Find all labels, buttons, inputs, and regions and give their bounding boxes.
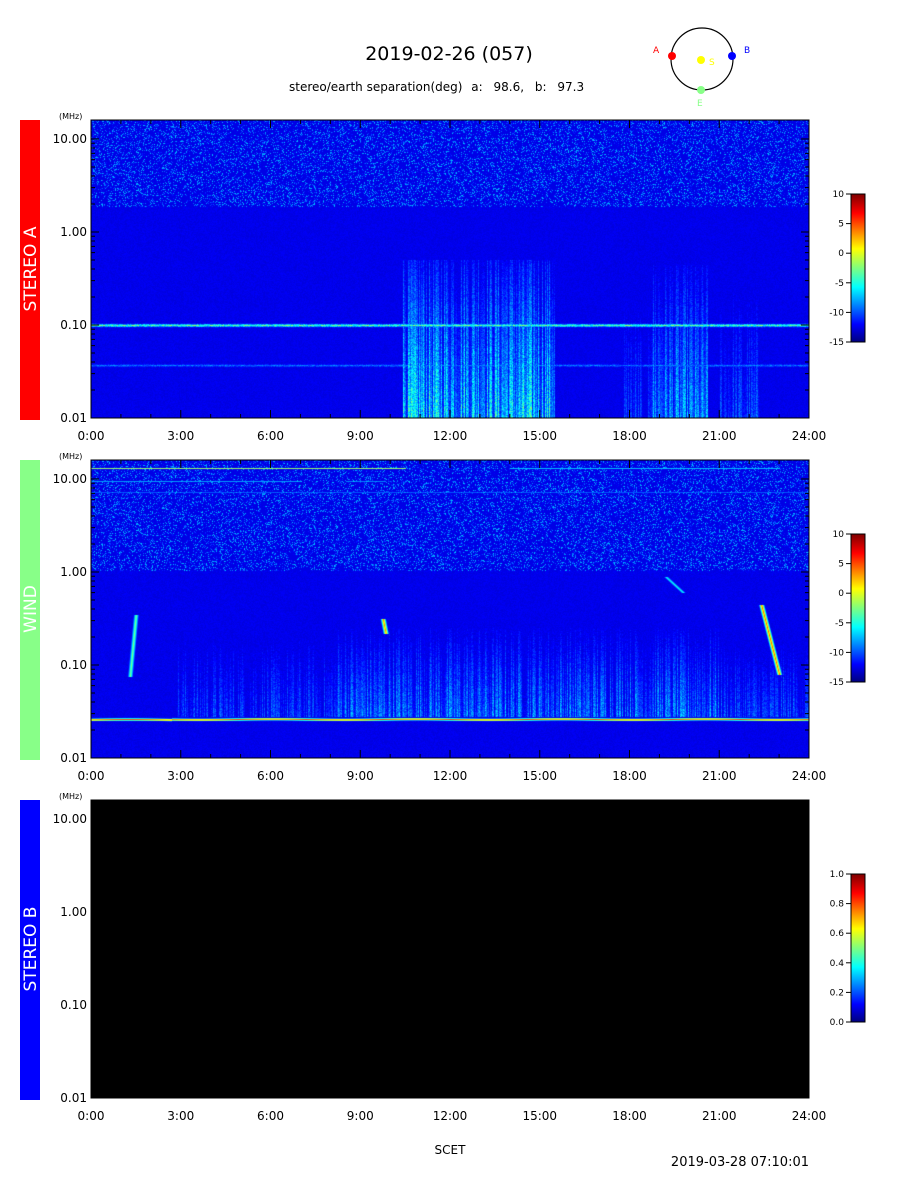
stereo-b-colorbar-tick-label: 0.4 bbox=[830, 959, 845, 969]
wind-x-tick-label: 3:00 bbox=[167, 769, 194, 783]
stereo-a-x-tick-label: 15:00 bbox=[522, 429, 557, 443]
wind-colorbar-tick-label: -10 bbox=[829, 648, 844, 658]
wind-colorbar bbox=[850, 533, 866, 683]
stereo-a-y-tick-label: 0.01 bbox=[60, 411, 87, 425]
stereo-a-colorbar-tick-label: -5 bbox=[835, 279, 844, 289]
stereo-b-label: STEREO B bbox=[21, 907, 41, 992]
stereo-a-y-unit: (MHz) bbox=[59, 112, 82, 121]
radio-spectrogram-figure: 2019-02-26 (057) stereo/earth separation… bbox=[20, 27, 866, 1170]
stereo-b-x-tick-label: 21:00 bbox=[702, 1109, 737, 1123]
stereo-a-colorbar-tick-label: -15 bbox=[829, 338, 844, 348]
stereo-a-colorbar-tick-label: 0 bbox=[838, 249, 844, 259]
stereo-b-colorbar-tick-label: 0.8 bbox=[830, 900, 845, 910]
stereo-a-x-tick-label: 18:00 bbox=[612, 429, 647, 443]
generation-timestamp: 2019-03-28 07:10:01 bbox=[671, 1155, 809, 1170]
wind-spectrogram-canvas bbox=[91, 460, 809, 758]
wind-y-unit: (MHz) bbox=[59, 452, 82, 461]
wind-spectrogram bbox=[91, 460, 809, 758]
orbit-diagram: A B S E bbox=[653, 27, 750, 109]
wind-x-tick-label: 15:00 bbox=[522, 769, 557, 783]
page-title: 2019-02-26 (057) bbox=[365, 43, 533, 65]
wind-x-tick-label: 9:00 bbox=[347, 769, 374, 783]
stereo-b-y-tick-label: 0.01 bbox=[60, 1091, 87, 1105]
wind-label: WIND bbox=[21, 585, 41, 633]
sep-a-value: 98.6, bbox=[494, 80, 525, 94]
stereo-a-label: STEREO A bbox=[21, 226, 41, 311]
stereo-a-y-tick-label: 10.00 bbox=[53, 132, 87, 146]
stereo-b-x-tick-label: 15:00 bbox=[522, 1109, 557, 1123]
stereo-b-x-tick-label: 12:00 bbox=[433, 1109, 468, 1123]
stereo-a-x-tick-label: 0:00 bbox=[78, 429, 105, 443]
stereo-b-x-tick-label: 0:00 bbox=[78, 1109, 105, 1123]
wind-y-tick-label: 10.00 bbox=[53, 472, 87, 486]
wind-x-tick-label: 12:00 bbox=[433, 769, 468, 783]
stereo-a-spectrogram bbox=[91, 120, 809, 418]
stereo-a-colorbar bbox=[850, 193, 866, 343]
wind-panel: WIND (MHz) 0.01 0.10 1.00 10.00 0:00 3:00 6:00 9:… bbox=[20, 452, 866, 783]
x-axis-label: SCET bbox=[435, 1143, 467, 1157]
wind-x-tick-label: 24:00 bbox=[792, 769, 827, 783]
stereo-a-x-tick-label: 12:00 bbox=[433, 429, 468, 443]
orbit-label-b: B bbox=[744, 46, 750, 56]
panels: STEREO A(MHz)0.010.101.0010.000:00 3:00 6:… bbox=[20, 112, 866, 1123]
wind-x-tick-label: 21:00 bbox=[702, 769, 737, 783]
stereo-b-colorbar-tick-label: 1.0 bbox=[830, 870, 845, 880]
stereo-b-y-unit: (MHz) bbox=[59, 792, 82, 801]
wind-x-tick-label: 18:00 bbox=[612, 769, 647, 783]
stereo-a-dot bbox=[668, 52, 676, 60]
orbit-label-a: A bbox=[653, 46, 660, 56]
separation-label: stereo/earth separation(deg) bbox=[289, 80, 462, 94]
stereo-b-x-tick-label: 24:00 bbox=[792, 1109, 827, 1123]
stereo-a-x-tick-label: 3:00 bbox=[167, 429, 194, 443]
stereo-a-colorbar-tick-label: -10 bbox=[829, 308, 844, 318]
stereo-a-spectrogram-canvas bbox=[91, 120, 809, 418]
orbit-label-sun: S bbox=[709, 58, 715, 68]
stereo-a-x-tick-label: 24:00 bbox=[792, 429, 827, 443]
stereo-b-x-tick-label: 18:00 bbox=[612, 1109, 647, 1123]
stereo-b-x-tick-label: 3:00 bbox=[167, 1109, 194, 1123]
stereo-a-colorbar-tick-label: 5 bbox=[838, 220, 844, 230]
sun-dot bbox=[697, 56, 705, 64]
stereo-a-y-tick-label: 1.00 bbox=[60, 225, 87, 239]
wind-y-tick-label: 0.10 bbox=[60, 658, 87, 672]
stereo-a-colorbar-tick-label: 10 bbox=[833, 190, 845, 200]
stereo-b-panel: STEREO B (MHz) 0.01 0.10 1.00 10.00 0:00 3:00 6:… bbox=[20, 792, 866, 1123]
wind-colorbar-tick-label: 5 bbox=[838, 560, 844, 570]
sep-b-label: b: bbox=[535, 80, 547, 94]
wind-colorbar-tick-label: -5 bbox=[835, 619, 844, 629]
stereo-b-x-tick-label: 6:00 bbox=[257, 1109, 284, 1123]
stereo-b-colorbar-tick-label: 0.0 bbox=[830, 1018, 845, 1028]
separation-line: stereo/earth separation(deg) a: 98.6, b:… bbox=[289, 80, 584, 94]
stereo-b-colorbar-tick-label: 0.6 bbox=[830, 929, 845, 939]
wind-colorbar-tick-label: -15 bbox=[829, 678, 844, 688]
stereo-b-y-tick-label: 10.00 bbox=[53, 812, 87, 826]
stereo-b-dot bbox=[728, 52, 736, 60]
wind-y-tick-label: 0.01 bbox=[60, 751, 87, 765]
wind-x-tick-label: 6:00 bbox=[257, 769, 284, 783]
stereo-a-x-tick-label: 6:00 bbox=[257, 429, 284, 443]
wind-colorbar-tick-label: 0 bbox=[838, 589, 844, 599]
stereo-b-x-tick-label: 9:00 bbox=[347, 1109, 374, 1123]
earth-dot bbox=[697, 86, 705, 94]
stereo-b-colorbar-tick-label: 0.2 bbox=[830, 988, 844, 998]
wind-colorbar-tick-label: 10 bbox=[833, 530, 845, 540]
stereo-b-y-tick-label: 0.10 bbox=[60, 998, 87, 1012]
stereo-b-y-tick-label: 1.00 bbox=[60, 905, 87, 919]
sep-b-value: 97.3 bbox=[557, 80, 584, 94]
sep-a-label: a: bbox=[471, 80, 482, 94]
stereo-a-panel: STEREO A (MHz) 0.01 0.10 1.00 10.00 0:00 3:00 6:… bbox=[20, 112, 866, 443]
stereo-a-x-tick-label: 9:00 bbox=[347, 429, 374, 443]
stereo-a-x-tick-label: 21:00 bbox=[702, 429, 737, 443]
stereo-b-spectrogram-canvas bbox=[91, 800, 809, 1098]
wind-x-tick-label: 0:00 bbox=[78, 769, 105, 783]
stereo-b-spectrogram bbox=[91, 800, 809, 1098]
stereo-b-colorbar bbox=[850, 873, 866, 1023]
orbit-label-earth: E bbox=[697, 99, 703, 109]
stereo-a-y-tick-label: 0.10 bbox=[60, 318, 87, 332]
wind-y-tick-label: 1.00 bbox=[60, 565, 87, 579]
